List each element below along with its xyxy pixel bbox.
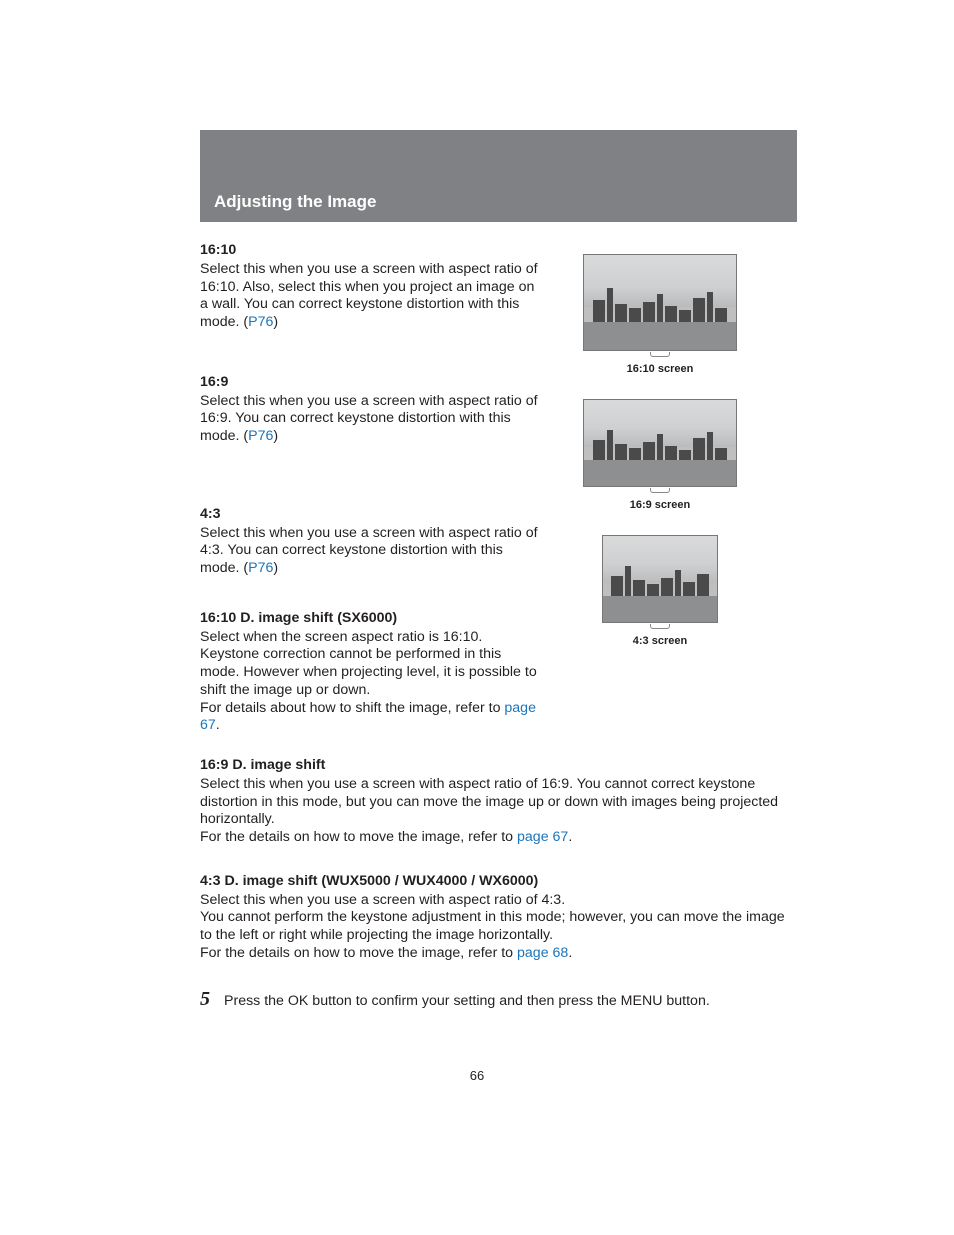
figure-4-3: 4:3 screen xyxy=(602,535,718,649)
body-4-3: Select this when you use a screen with a… xyxy=(200,525,540,578)
figure-16-10: 16:10 screen xyxy=(583,254,737,377)
figures-column: 16:10 screen 16:9 screen xyxy=(570,242,750,648)
section-16-9: 16:9 Select this when you use a screen w… xyxy=(200,374,540,446)
caption-16-10: 16:10 screen xyxy=(627,363,694,377)
step-number: 5 xyxy=(200,989,214,1009)
screen-image-16-10 xyxy=(583,254,737,351)
body-4-3-dshift: Select this when you use a screen with a… xyxy=(200,892,797,963)
body-16-10: Select this when you use a screen with a… xyxy=(200,261,540,332)
body-16-9: Select this when you use a screen with a… xyxy=(200,393,540,446)
section-4-3-dshift: 4:3 D. image shift (WUX5000 / WUX4000 / … xyxy=(200,873,797,963)
heading-16-10-dshift: 16:10 D. image shift (SX6000) xyxy=(200,610,540,628)
screen-image-16-9 xyxy=(583,399,737,487)
link-p76[interactable]: P76 xyxy=(248,560,273,576)
link-p76[interactable]: P76 xyxy=(248,428,273,444)
heading-4-3: 4:3 xyxy=(200,506,540,524)
heading-4-3-dshift: 4:3 D. image shift (WUX5000 / WUX4000 / … xyxy=(200,873,797,891)
heading-16-10: 16:10 xyxy=(200,242,540,260)
link-page-68[interactable]: page 68 xyxy=(517,945,568,961)
stand-icon xyxy=(650,488,670,493)
heading-16-9-dshift: 16:9 D. image shift xyxy=(200,757,797,775)
heading-16-9: 16:9 xyxy=(200,374,540,392)
link-page-67[interactable]: page 67 xyxy=(517,829,568,845)
link-p76[interactable]: P76 xyxy=(248,314,273,330)
section-16-10-dshift: 16:10 D. image shift (SX6000) Select whe… xyxy=(200,610,540,735)
caption-16-9: 16:9 screen xyxy=(630,499,691,513)
section-header: Adjusting the Image xyxy=(214,188,376,212)
stand-icon xyxy=(650,352,670,357)
section-16-10: 16:10 Select this when you use a screen … xyxy=(200,242,540,332)
section-16-9-dshift: 16:9 D. image shift Select this when you… xyxy=(200,757,797,847)
figure-16-9: 16:9 screen xyxy=(583,399,737,513)
manual-page: Adjusting the Image 16:10 Select this wh… xyxy=(0,0,954,1235)
screen-image-4-3 xyxy=(602,535,718,623)
body-16-9-dshift: Select this when you use a screen with a… xyxy=(200,776,797,847)
stand-icon xyxy=(650,624,670,629)
section-4-3: 4:3 Select this when you use a screen wi… xyxy=(200,506,540,578)
page-content: 16:10 Select this when you use a screen … xyxy=(200,242,797,1010)
body-16-10-dshift: Select when the screen aspect ratio is 1… xyxy=(200,629,540,736)
page-number: 66 xyxy=(0,1068,954,1083)
step-text: Press the OK button to confirm your sett… xyxy=(224,989,710,1011)
caption-4-3: 4:3 screen xyxy=(633,635,687,649)
section-header-band: Adjusting the Image xyxy=(200,130,797,222)
step-5: 5 Press the OK button to confirm your se… xyxy=(200,989,797,1011)
